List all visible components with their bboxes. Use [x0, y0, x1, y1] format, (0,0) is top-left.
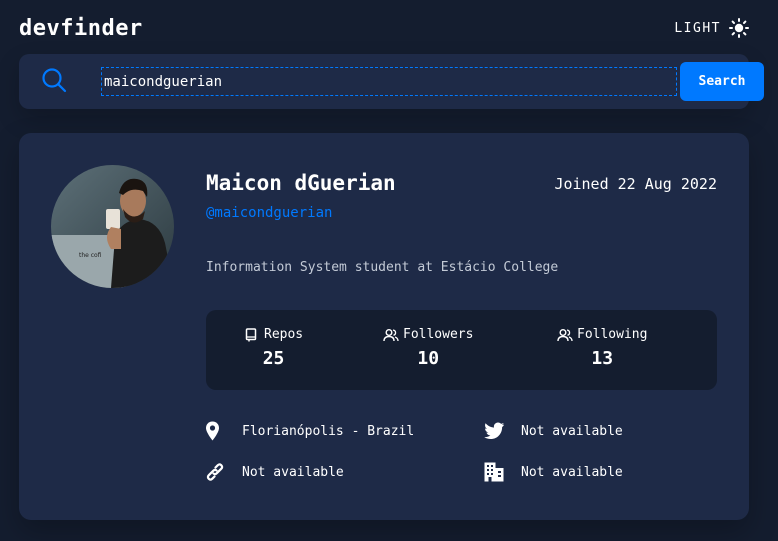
info-location-text: Florianópolis - Brazil [242, 423, 415, 439]
search-icon [41, 67, 67, 93]
avatar-mug-text: the cofi [79, 252, 102, 259]
users-icon [557, 328, 573, 342]
sun-icon [729, 18, 749, 38]
building-icon [484, 462, 504, 482]
book-icon [244, 327, 258, 342]
profile-card: the cofi Maicon dGuerian Joined 22 Aug 2… [19, 133, 749, 520]
info-twitter-text: Not available [521, 423, 623, 439]
info-company: Not available [484, 462, 623, 482]
link-icon [205, 462, 225, 482]
theme-toggle-label: LIGHT [674, 20, 721, 36]
info-website: Not available [205, 462, 344, 482]
user-login-link[interactable]: @maicondguerian [206, 205, 332, 221]
search-input[interactable] [101, 67, 677, 96]
app-logo: devfinder [19, 15, 143, 41]
avatar: the cofi [51, 165, 174, 288]
stat-followers: Followers 10 [383, 327, 473, 369]
header: devfinder LIGHT [19, 12, 749, 44]
join-date: Joined 22 Aug 2022 [554, 175, 717, 193]
stat-repos-value: 25 [262, 348, 285, 369]
stat-followers-label: Followers [403, 327, 474, 342]
stat-following-label: Following [577, 327, 648, 342]
stat-following-value: 13 [591, 348, 614, 369]
user-name: Maicon dGuerian [206, 171, 396, 195]
stat-following: Following 13 [557, 327, 647, 369]
stat-repos: Repos 25 [244, 327, 303, 369]
theme-toggle-button[interactable]: LIGHT [674, 18, 749, 38]
twitter-icon [484, 421, 505, 441]
info-website-text: Not available [242, 464, 344, 480]
location-pin-icon [205, 421, 225, 441]
users-icon [383, 328, 399, 342]
info-company-text: Not available [521, 464, 623, 480]
stat-followers-value: 10 [417, 348, 440, 369]
search-bar: Search [19, 54, 764, 109]
info-twitter: Not available [484, 421, 623, 441]
user-bio: Information System student at Estácio Co… [206, 260, 559, 275]
stat-repos-label: Repos [264, 327, 304, 342]
search-button[interactable]: Search [680, 62, 764, 101]
stats-panel: Repos 25 Followers 10 Following 13 [206, 310, 717, 390]
info-location: Florianópolis - Brazil [205, 421, 414, 441]
